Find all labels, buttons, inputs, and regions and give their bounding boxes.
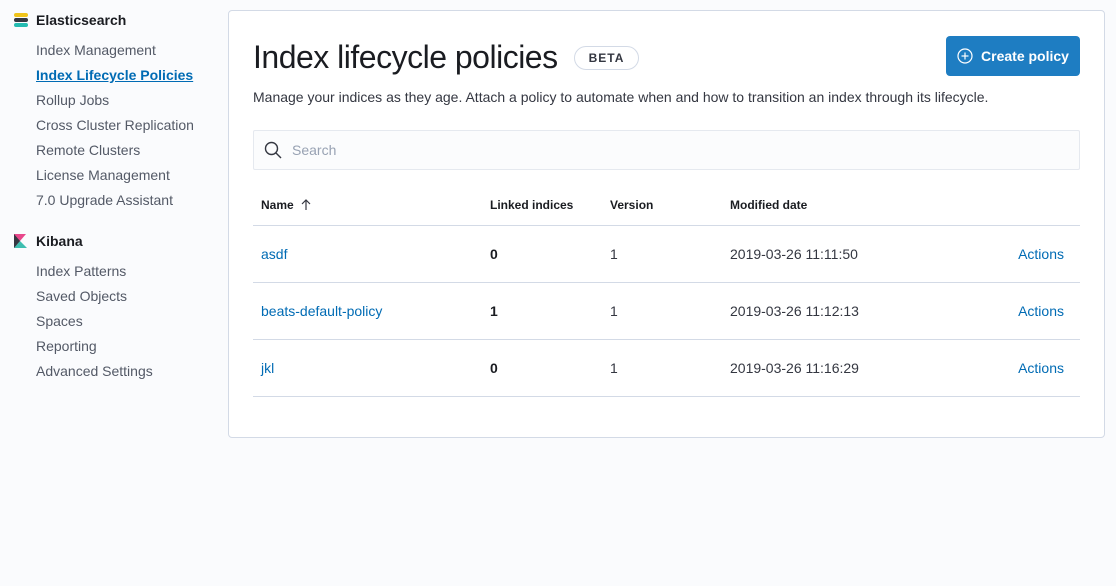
modified-date-cell: 2019-03-26 11:12:13 — [730, 303, 859, 319]
table-row: beats-default-policy 1 1 2019-03-26 11:1… — [253, 283, 1080, 340]
create-policy-button[interactable]: Create policy — [946, 36, 1080, 76]
column-header-name[interactable]: Name — [253, 198, 490, 212]
elasticsearch-logo-icon — [14, 13, 28, 27]
sidebar-item-upgrade-assistant[interactable]: 7.0 Upgrade Assistant — [36, 190, 220, 215]
policy-name-link[interactable]: jkl — [261, 360, 274, 376]
sort-arrow-up-icon — [301, 198, 311, 210]
sidebar-kibana-title: Kibana — [36, 233, 83, 249]
policy-name-link[interactable]: beats-default-policy — [261, 303, 382, 319]
linked-indices-cell: 0 — [490, 246, 498, 262]
actions-button[interactable]: Actions — [1018, 303, 1064, 319]
policy-name-link[interactable]: asdf — [261, 246, 287, 262]
linked-indices-cell: 1 — [490, 303, 498, 319]
sidebar-item-license-management[interactable]: License Management — [36, 165, 220, 190]
search-input[interactable] — [292, 142, 1052, 158]
version-cell: 1 — [610, 303, 618, 319]
search-icon — [264, 141, 282, 159]
sidebar-item-index-lifecycle-policies[interactable]: Index Lifecycle Policies — [36, 65, 220, 90]
sidebar-section-title: Elasticsearch — [14, 10, 220, 30]
table-row: jkl 0 1 2019-03-26 11:16:29 Actions — [253, 340, 1080, 397]
plus-circle-icon — [957, 48, 973, 64]
column-header-version[interactable]: Version — [610, 198, 730, 212]
sidebar-item-rollup-jobs[interactable]: Rollup Jobs — [36, 90, 220, 115]
column-header-modified-date[interactable]: Modified date — [730, 198, 970, 212]
beta-badge: BETA — [573, 45, 640, 70]
sidebar-section-title: Kibana — [14, 231, 220, 251]
page-title: Index lifecycle policies — [253, 39, 558, 75]
sidebar-item-advanced-settings[interactable]: Advanced Settings — [36, 361, 220, 386]
sidebar-section-kibana: Kibana Index Patterns Saved Objects Spac… — [14, 231, 220, 386]
table-header-row: Name Linked indices Version Modified dat… — [253, 184, 1080, 226]
linked-indices-cell: 0 — [490, 360, 498, 376]
kibana-logo-icon — [14, 234, 27, 248]
column-header-name-label: Name — [261, 197, 294, 212]
search-box — [253, 130, 1080, 170]
version-cell: 1 — [610, 246, 618, 262]
sidebar: Elasticsearch Index Management Index Lif… — [0, 0, 220, 586]
sidebar-item-reporting[interactable]: Reporting — [36, 336, 220, 361]
create-policy-label: Create policy — [981, 48, 1069, 64]
sidebar-item-spaces[interactable]: Spaces — [36, 311, 220, 336]
sidebar-item-cross-cluster-replication[interactable]: Cross Cluster Replication — [36, 115, 220, 140]
sidebar-elasticsearch-title: Elasticsearch — [36, 12, 127, 28]
sidebar-item-remote-clusters[interactable]: Remote Clusters — [36, 140, 220, 165]
title-row: Index lifecycle policies BETA — [253, 39, 640, 76]
sidebar-item-saved-objects[interactable]: Saved Objects — [36, 286, 220, 311]
page-description: Manage your indices as they age. Attach … — [253, 89, 989, 105]
main-panel: Index lifecycle policies BETA Create pol… — [228, 10, 1105, 438]
modified-date-cell: 2019-03-26 11:11:50 — [730, 246, 858, 262]
actions-button[interactable]: Actions — [1018, 246, 1064, 262]
version-cell: 1 — [610, 360, 618, 376]
sidebar-item-index-patterns[interactable]: Index Patterns — [36, 261, 220, 286]
sidebar-item-index-management[interactable]: Index Management — [36, 40, 220, 65]
policies-table: Name Linked indices Version Modified dat… — [253, 184, 1080, 397]
modified-date-cell: 2019-03-26 11:16:29 — [730, 360, 859, 376]
actions-button[interactable]: Actions — [1018, 360, 1064, 376]
table-row: asdf 0 1 2019-03-26 11:11:50 Actions — [253, 226, 1080, 283]
sidebar-section-elasticsearch: Elasticsearch Index Management Index Lif… — [14, 10, 220, 215]
column-header-linked-indices[interactable]: Linked indices — [490, 198, 610, 212]
